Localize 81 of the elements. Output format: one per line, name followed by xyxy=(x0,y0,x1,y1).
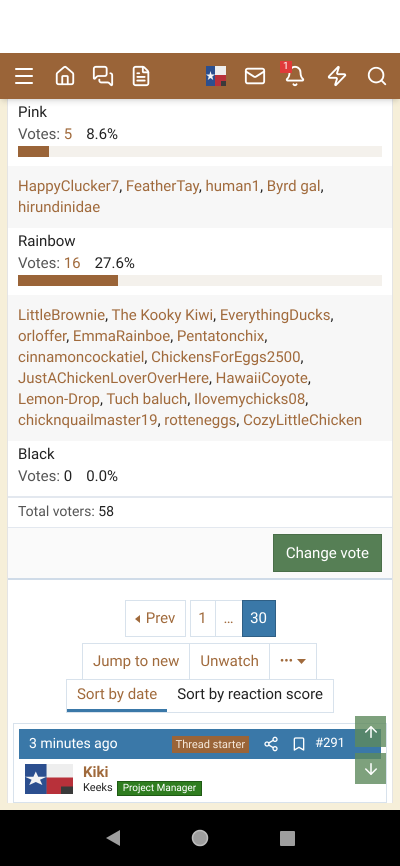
recents-icon[interactable] xyxy=(280,830,294,846)
voter-link[interactable]: JustAChickenLoverOverHere xyxy=(18,369,209,387)
notification-badge: 1 xyxy=(280,61,292,73)
votes-count: Votes: 0 xyxy=(18,466,72,487)
thread-starter-badge: Thread starter xyxy=(172,736,250,752)
home-icon[interactable] xyxy=(54,65,76,87)
separator-comma: , xyxy=(158,411,161,429)
votes-count[interactable]: Votes: 5 xyxy=(18,123,72,145)
separator-comma: , xyxy=(208,369,212,387)
scroll-down-button[interactable] xyxy=(355,753,386,784)
change-vote-button[interactable]: Change vote xyxy=(272,534,382,572)
thread-action-button[interactable]: Jump to new xyxy=(82,643,190,680)
vote-percent: 0.0% xyxy=(86,466,118,487)
separator-comma: , xyxy=(260,177,264,195)
voter-link[interactable]: HawaiiCoyote xyxy=(216,369,308,387)
separator-comma: , xyxy=(308,369,311,387)
separator-comma: , xyxy=(320,177,324,195)
voter-link[interactable]: The Kooky Kiwi xyxy=(112,306,214,324)
voter-link[interactable]: CozyLittleChicken xyxy=(243,411,362,429)
voter-link[interactable]: rotteneggs xyxy=(164,411,236,429)
sort-tab[interactable]: Sort by date xyxy=(67,680,168,712)
post-time[interactable]: 3 minutes ago xyxy=(29,734,118,754)
lightning-icon[interactable] xyxy=(326,65,348,87)
user-title: Keeks xyxy=(83,780,113,796)
total-voters: Total voters: 58 xyxy=(18,504,114,520)
bookmark-icon[interactable] xyxy=(291,736,308,752)
caret-left-icon xyxy=(134,614,140,622)
separator-comma: , xyxy=(236,411,240,429)
separator-comma: , xyxy=(213,306,216,324)
voter-link[interactable]: hirundinidae xyxy=(18,198,100,216)
more-options-button[interactable]: ••• xyxy=(268,643,318,680)
back-icon[interactable] xyxy=(106,830,120,846)
voter-link[interactable]: human1 xyxy=(206,177,260,195)
caret-down-icon xyxy=(297,659,306,664)
voter-link[interactable]: orloffer xyxy=(18,327,66,345)
author-name[interactable]: Kiki xyxy=(83,764,202,780)
voter-link[interactable]: LittleBrownie xyxy=(18,306,106,324)
voter-link[interactable]: EverythingDucks xyxy=(220,306,330,324)
separator-comma: , xyxy=(119,177,122,195)
separator-comma: , xyxy=(105,306,108,324)
voter-link[interactable]: Tuch baluch xyxy=(106,390,188,408)
separator-comma: , xyxy=(144,348,148,366)
option-label: Pink xyxy=(18,102,48,123)
voter-link[interactable]: Byrd gal xyxy=(266,177,321,195)
document-icon[interactable] xyxy=(130,65,152,87)
separator-comma: , xyxy=(198,177,202,195)
user-banner: Project Manager xyxy=(116,780,202,796)
separator-comma: , xyxy=(264,327,268,345)
mail-icon[interactable] xyxy=(244,65,266,87)
votes-count[interactable]: Votes: 16 xyxy=(18,252,81,274)
share-icon[interactable] xyxy=(263,736,280,752)
separator-comma: , xyxy=(300,348,304,366)
voter-link[interactable]: HappyClucker7 xyxy=(18,177,120,195)
separator-comma: , xyxy=(66,327,70,345)
voter-link[interactable]: FeatherTay xyxy=(126,177,199,195)
vote-percent: 8.6% xyxy=(86,124,118,145)
vote-percent: 27.6% xyxy=(94,253,135,274)
page-gap-button[interactable]: … xyxy=(214,600,242,637)
voter-link[interactable]: Pentatonchix xyxy=(176,327,264,345)
voter-link[interactable]: Ilovemychicks08 xyxy=(194,390,306,408)
voter-link[interactable]: EmmaRainboe xyxy=(72,327,170,345)
separator-comma: , xyxy=(170,327,174,345)
voter-link[interactable]: Lemon-Drop xyxy=(18,390,100,408)
scroll-up-button[interactable] xyxy=(355,716,386,747)
separator-comma: , xyxy=(305,390,308,408)
option-label: Black xyxy=(18,444,56,465)
separator-comma: , xyxy=(330,306,334,324)
option-label: Rainbow xyxy=(18,231,77,252)
previous-page-button[interactable]: Prev xyxy=(124,600,186,637)
separator-comma: , xyxy=(100,390,103,408)
home-circle-icon[interactable] xyxy=(190,829,208,847)
chat-bubbles-icon[interactable] xyxy=(92,65,114,87)
page-button[interactable]: 30 xyxy=(242,600,276,637)
voter-link[interactable]: chicknquailmaster19 xyxy=(18,411,158,429)
voter-link[interactable]: cinnamoncockatiel xyxy=(18,348,144,366)
page-button[interactable]: 1 xyxy=(190,600,216,637)
search-icon[interactable] xyxy=(366,65,388,87)
voter-link[interactable]: ChickensForEggs2500 xyxy=(151,348,301,366)
separator-comma: , xyxy=(187,390,190,408)
post-number[interactable]: #291 xyxy=(315,734,345,754)
sort-tab[interactable]: Sort by reaction score xyxy=(167,680,333,712)
